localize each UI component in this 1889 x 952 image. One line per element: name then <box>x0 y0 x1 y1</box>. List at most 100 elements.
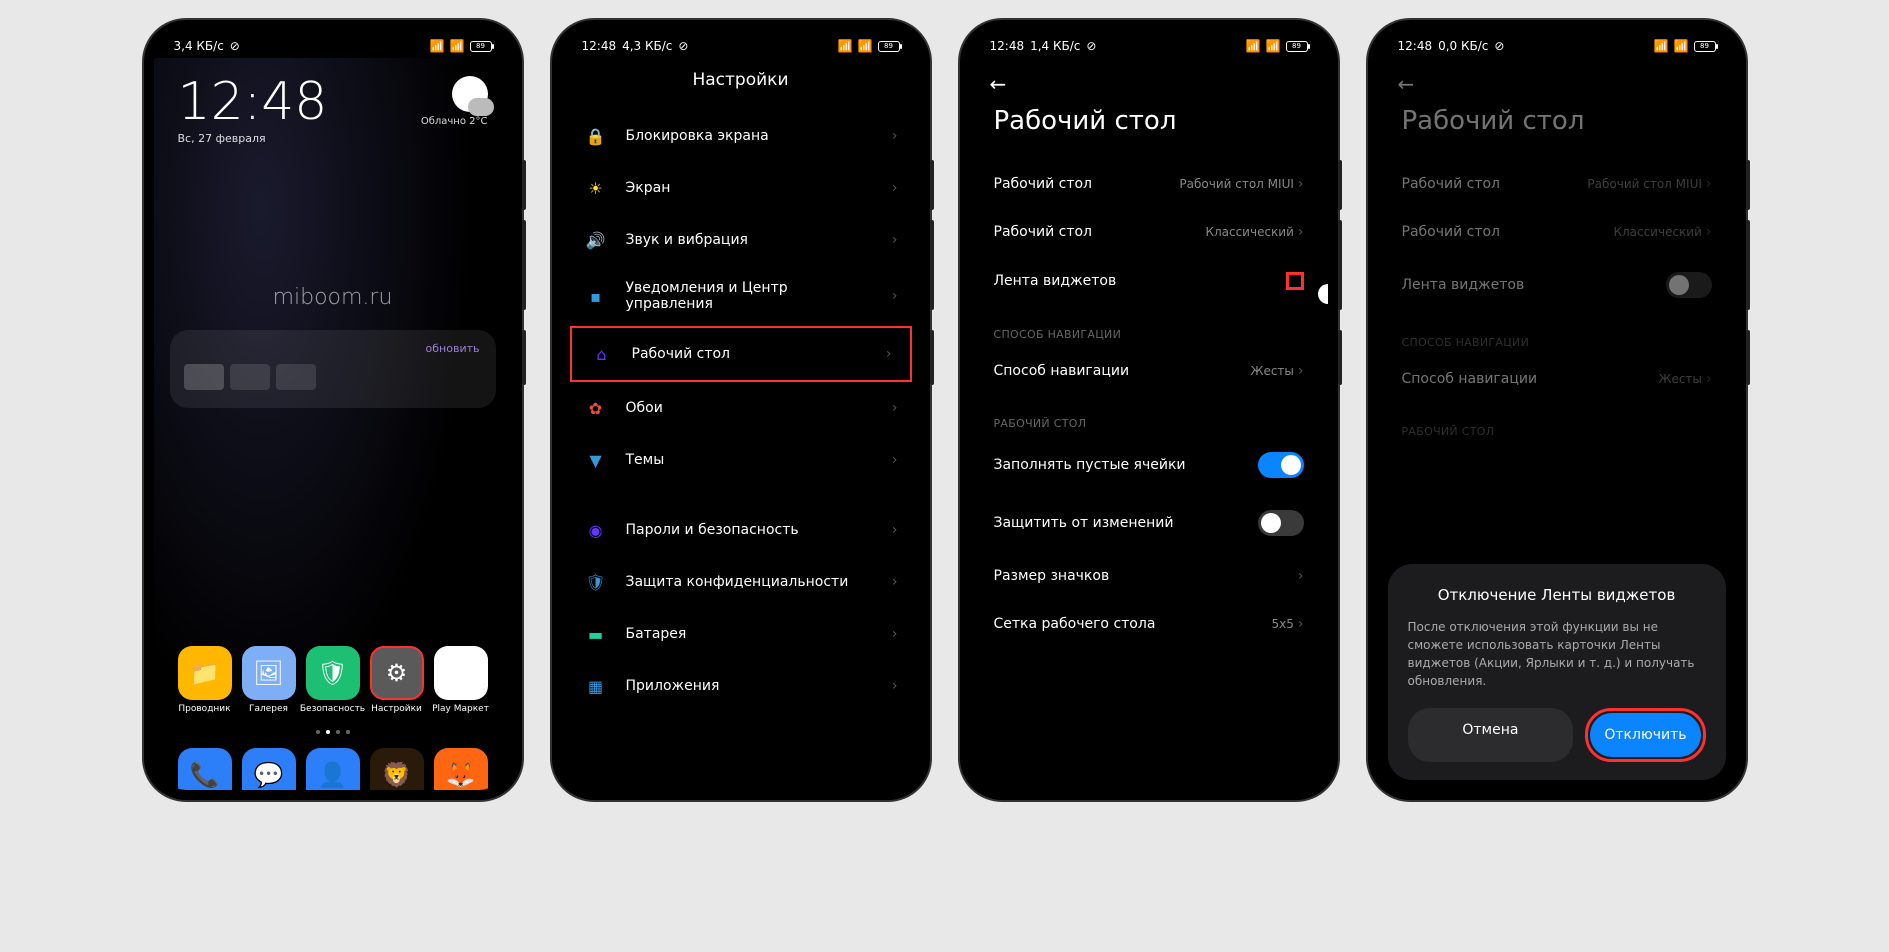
widget-feed-label: Лента виджетов <box>994 273 1117 289</box>
settings-item[interactable]: ⌂Рабочий стол› <box>570 326 912 382</box>
chevron-right-icon: › <box>1706 224 1712 240</box>
app-icon-img: 👤 <box>306 748 360 790</box>
option-row[interactable]: Заполнять пустые ячейки <box>970 436 1328 494</box>
option-label: Рабочий стол <box>994 224 1093 240</box>
button-highlight: Отключить <box>1585 708 1705 762</box>
battery-icon: 89 <box>1694 41 1716 52</box>
settings-item[interactable]: ▬Батарея› <box>566 608 916 660</box>
chevron-right-icon: › <box>1298 363 1304 379</box>
settings-item[interactable]: ☀ Экран › <box>566 162 916 214</box>
option-label: Рабочий стол <box>1402 224 1501 240</box>
weather-widget[interactable]: Облачно 2°C <box>421 76 488 145</box>
weather-icon <box>452 76 488 112</box>
watermark: miboom.ru <box>170 285 496 310</box>
settings-item[interactable]: ✿Обои› <box>566 382 916 434</box>
date-label: Вс, 27 февраля <box>178 132 328 145</box>
widget-card[interactable]: обновить <box>170 330 496 408</box>
back-button[interactable]: ← <box>1378 58 1736 102</box>
option-toggle[interactable] <box>1258 452 1304 478</box>
app-row: 📁Проводник🖼Галерея🛡Безопасность⚙Настройк… <box>170 636 496 724</box>
status-bar: 12:48 1,4 КБ/с ⊘ 📶 📶 89 <box>970 30 1328 58</box>
option-toggle[interactable] <box>1258 510 1304 536</box>
dock: 📞💬👤🦁🦊 <box>170 740 496 790</box>
settings-icon: 🛡 <box>584 570 608 594</box>
app-icon[interactable]: 📁Проводник <box>174 646 236 714</box>
nav-method-row[interactable]: Способ навигации Жесты› <box>970 347 1328 395</box>
app-icon-img: 🖼 <box>242 646 296 700</box>
cancel-button[interactable]: Отмена <box>1408 708 1574 762</box>
option-row[interactable]: Сетка рабочего стола5x5› <box>970 600 1328 648</box>
network-speed: 0,0 КБ/с <box>1438 39 1488 53</box>
battery-icon: 89 <box>1286 41 1308 52</box>
phone-frame-3: 12:48 1,4 КБ/с ⊘ 📶 📶 89 ← Рабочий стол Р… <box>960 20 1338 800</box>
settings-item[interactable]: 🔒Блокировка экрана› <box>566 110 916 162</box>
battery-icon: 89 <box>878 41 900 52</box>
settings-item[interactable]: ▪Уведомления и Центр управления› <box>566 266 916 326</box>
widget-feed-row[interactable]: Лента виджетов <box>970 256 1328 306</box>
widget-feed-row: Лента виджетов <box>1378 256 1736 314</box>
option-row[interactable]: Рабочий столРабочий стол MIUI› <box>1378 160 1736 208</box>
page-title: Рабочий стол <box>970 102 1328 160</box>
network-speed: 3,4 КБ/с <box>174 39 224 53</box>
settings-icon: ▼ <box>584 448 608 472</box>
settings-item[interactable]: 🔊Звук и вибрация› <box>566 214 916 266</box>
status-time: 12:48 <box>582 39 617 53</box>
option-value: 5x5› <box>1272 616 1304 632</box>
wifi-icon: 📶 <box>1674 39 1689 53</box>
option-row[interactable]: Размер значков› <box>970 552 1328 600</box>
dock-app[interactable]: 👤 <box>302 748 364 790</box>
status-bar: 3,4 КБ/с ⊘ 📶 📶 89 <box>154 30 512 58</box>
chevron-right-icon: › <box>892 678 898 694</box>
app-icon-img: ▶ <box>434 646 488 700</box>
toggle-highlight <box>1286 272 1304 290</box>
dialog-text: После отключения этой функции вы не смож… <box>1408 618 1706 690</box>
option-value: Классический› <box>1205 224 1303 240</box>
page-title: Настройки <box>562 58 920 110</box>
chevron-right-icon: › <box>1298 224 1304 240</box>
app-icon-img: 🛡 <box>306 646 360 700</box>
widget-update-link[interactable]: обновить <box>426 342 480 355</box>
settings-label: Обои <box>626 400 874 416</box>
chevron-right-icon: › <box>1298 568 1304 584</box>
chevron-right-icon: › <box>892 180 898 196</box>
chevron-right-icon: › <box>892 626 898 642</box>
back-button[interactable]: ← <box>970 58 1328 102</box>
app-icon[interactable]: 🛡Безопасность <box>302 646 364 714</box>
option-row[interactable]: Рабочий столКлассический› <box>1378 208 1736 256</box>
dock-app[interactable]: 💬 <box>238 748 300 790</box>
option-row[interactable]: Рабочий стол Классический› <box>970 208 1328 256</box>
dock-app[interactable]: 🦁 <box>366 748 428 790</box>
dnd-icon: ⊘ <box>1494 39 1504 53</box>
settings-item[interactable]: 🛡Защита конфиденциальности› <box>566 556 916 608</box>
app-icon-img: 💬 <box>242 748 296 790</box>
option-label: Рабочий стол <box>994 176 1093 192</box>
chevron-right-icon: › <box>892 522 898 538</box>
dock-app[interactable]: 📞 <box>174 748 236 790</box>
phone-frame-1: 3,4 КБ/с ⊘ 📶 📶 89 12:48 Вс, 27 февраля О… <box>144 20 522 800</box>
section-header-desktop: РАБОЧИЙ СТОЛ <box>970 395 1328 436</box>
settings-item[interactable]: ▼Темы› <box>566 434 916 486</box>
settings-label: Темы <box>626 452 874 468</box>
signal-icon: 📶 <box>838 39 853 53</box>
option-row[interactable]: Рабочий столРабочий стол MIUI› <box>970 160 1328 208</box>
settings-icon: ▪ <box>584 284 608 308</box>
confirm-button[interactable]: Отключить <box>1590 713 1700 757</box>
settings-item[interactable]: ▦Приложения› <box>566 660 916 712</box>
option-label: Защитить от изменений <box>994 515 1174 531</box>
network-speed: 1,4 КБ/с <box>1030 39 1080 53</box>
app-icon[interactable]: 🖼Галерея <box>238 646 300 714</box>
settings-item[interactable]: ◉Пароли и безопасность› <box>566 504 916 556</box>
app-icon[interactable]: ▶Play Маркет <box>430 646 492 714</box>
settings-icon: ▬ <box>584 622 608 646</box>
dock-app[interactable]: 🦊 <box>430 748 492 790</box>
settings-label: Экран <box>626 180 874 196</box>
phone-frame-2: 12:48 4,3 КБ/с ⊘ 📶 📶 89 Настройки 🔒Блоки… <box>552 20 930 800</box>
settings-icon: ☀ <box>584 176 608 200</box>
option-row[interactable]: Защитить от изменений <box>970 494 1328 552</box>
phone-frame-4: 12:48 0,0 КБ/с ⊘ 📶 📶 89 ← Рабочий стол Р… <box>1368 20 1746 800</box>
app-icon[interactable]: ⚙Настройки <box>366 646 428 714</box>
chevron-right-icon: › <box>892 232 898 248</box>
chevron-right-icon: › <box>1298 616 1304 632</box>
wifi-icon: 📶 <box>1266 39 1281 53</box>
clock-widget[interactable]: 12:48 <box>178 76 328 128</box>
